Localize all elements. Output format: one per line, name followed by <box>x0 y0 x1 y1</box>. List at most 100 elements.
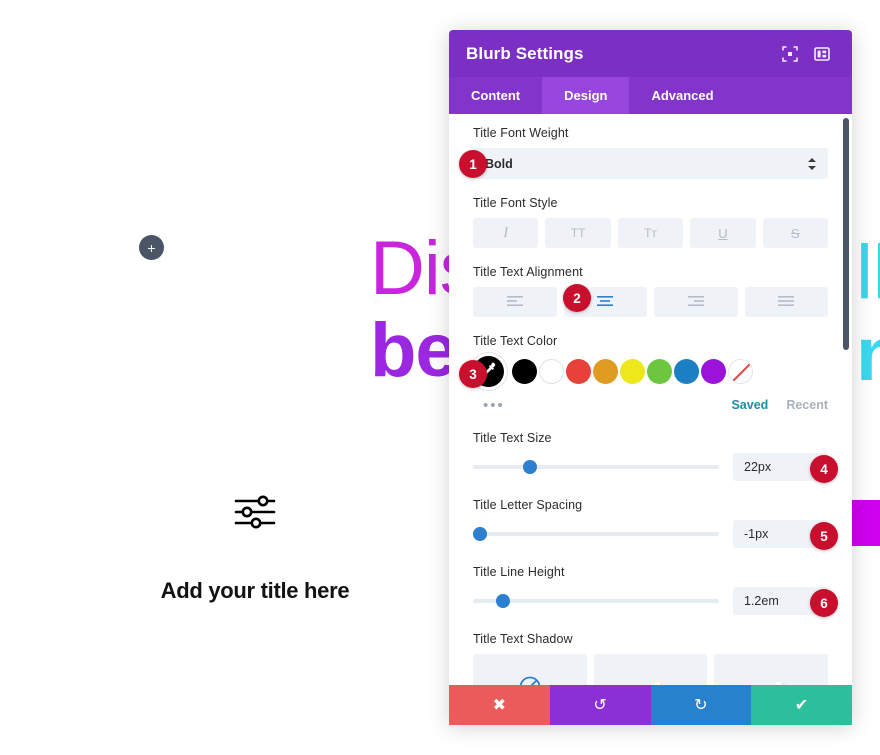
layout-panel-icon[interactable] <box>809 41 835 67</box>
swatch-yellow[interactable] <box>620 359 645 384</box>
field-title-letter-spacing: Title Letter Spacing -1px 5 <box>473 498 838 550</box>
swatch-green[interactable] <box>647 359 672 384</box>
color-swatch-row <box>473 356 828 387</box>
save-button[interactable]: ✔ <box>751 685 852 725</box>
field-title-text-color: Title Text Color ••• Saved Recent 3 <box>459 334 828 414</box>
blurb-module[interactable]: Add your title here <box>100 495 410 604</box>
align-left-icon <box>506 295 523 310</box>
badge-5: 5 <box>810 522 838 550</box>
alignment-button-row <box>473 287 828 317</box>
swatch-black[interactable] <box>512 359 537 384</box>
field-label: Title Font Weight <box>473 126 569 140</box>
focus-target-icon[interactable] <box>777 41 803 67</box>
swatch-none[interactable] <box>728 359 753 384</box>
field-label: Title Text Shadow <box>473 632 573 646</box>
add-module-button[interactable]: + <box>139 235 164 260</box>
badge-1: 1 <box>459 150 487 178</box>
redo-icon: ↻ <box>694 697 708 714</box>
swatch-orange[interactable] <box>593 359 618 384</box>
font-style-smallcaps-button[interactable]: Tᴛ <box>617 218 684 248</box>
panel-footer: ✖ ↺ ↻ ✔ <box>449 685 852 725</box>
blurb-title: Add your title here <box>160 578 350 603</box>
text-shadow-preset-2-button[interactable]: aA <box>714 654 829 685</box>
swatch-red[interactable] <box>566 359 591 384</box>
slider-track <box>473 465 719 469</box>
blurb-settings-panel: Blurb Settings Content Design Advanced T… <box>449 30 852 725</box>
tab-advanced[interactable]: Advanced <box>629 77 735 114</box>
field-title-text-shadow: Title Text Shadow aA a <box>473 632 829 685</box>
panel-header: Blurb Settings <box>449 30 852 77</box>
field-label: Title Line Height <box>473 565 565 579</box>
font-style-button-row: I TT Tᴛ U S <box>473 218 829 248</box>
align-right-icon <box>687 295 704 310</box>
align-left-button[interactable] <box>473 287 557 317</box>
field-label: Title Text Color <box>473 334 558 348</box>
font-style-uppercase-button[interactable]: TT <box>545 218 611 248</box>
more-colors-button[interactable]: ••• <box>483 398 505 413</box>
align-justify-icon <box>778 295 795 310</box>
tab-design[interactable]: Design <box>542 77 630 114</box>
badge-2: 2 <box>563 284 591 312</box>
field-title-line-height: Title Line Height 1.2em 6 <box>473 565 838 617</box>
font-style-italic-button[interactable]: I <box>473 218 539 248</box>
magenta-accent-block <box>851 500 880 546</box>
shadow-preview-1: aA <box>634 678 667 685</box>
saved-colors-tab[interactable]: Saved <box>731 398 768 412</box>
font-weight-value: Bold <box>485 156 513 171</box>
letter-spacing-slider[interactable] <box>473 525 719 543</box>
align-center-icon <box>597 295 614 310</box>
slider-thumb[interactable] <box>495 594 510 608</box>
color-subrow: ••• Saved Recent <box>473 396 828 414</box>
recent-colors-tab[interactable]: Recent <box>786 398 828 412</box>
letter-spacing-slider-row: -1px <box>473 520 828 548</box>
badge-3: 3 <box>459 360 487 388</box>
panel-scrollbar[interactable] <box>843 118 849 350</box>
field-label: Title Font Style <box>473 196 558 210</box>
text-shadow-none-button[interactable] <box>473 654 587 685</box>
font-style-strikethrough-button[interactable]: S <box>762 218 829 248</box>
cancel-button[interactable]: ✖ <box>449 685 550 725</box>
align-right-button[interactable] <box>654 287 738 317</box>
redo-button[interactable]: ↻ <box>650 685 752 725</box>
hero-right-line-1: ll <box>856 230 880 315</box>
shadow-preview-2: aA <box>755 678 788 685</box>
chevron-updown-icon <box>808 157 816 170</box>
text-size-slider[interactable] <box>473 458 719 476</box>
sliders-icon <box>100 495 410 534</box>
field-title-font-style: Title Font Style I TT Tᴛ U S <box>473 196 829 248</box>
no-shadow-icon <box>518 675 542 685</box>
swatch-white[interactable] <box>539 359 564 384</box>
hero-heading-right: ll nt <box>856 230 880 398</box>
undo-icon: ↺ <box>593 697 607 714</box>
slider-track <box>473 532 719 536</box>
align-justify-button[interactable] <box>744 287 828 317</box>
check-icon: ✔ <box>794 697 809 714</box>
slider-track <box>473 599 719 603</box>
field-label: Title Text Size <box>473 431 552 445</box>
panel-body: Title Font Weight Bold 1 Title Font Styl… <box>449 114 852 685</box>
line-height-slider[interactable] <box>473 592 719 610</box>
close-icon: ✖ <box>492 697 507 714</box>
badge-4: 4 <box>810 455 838 483</box>
text-shadow-preset-1-button[interactable]: aA <box>593 654 708 685</box>
text-size-slider-row: 22px <box>473 453 828 481</box>
field-title-font-weight: Title Font Weight Bold 1 <box>459 126 828 179</box>
font-style-underline-button[interactable]: U <box>690 218 756 248</box>
panel-title: Blurb Settings <box>466 43 584 63</box>
plus-icon: + <box>147 239 156 256</box>
slider-thumb[interactable] <box>473 527 488 541</box>
field-title-text-alignment: Title Text Alignment 2 <box>473 265 828 317</box>
badge-6: 6 <box>810 589 838 617</box>
swatch-blue[interactable] <box>674 359 699 384</box>
font-weight-select[interactable]: Bold <box>473 148 828 179</box>
field-label: Title Text Alignment <box>473 265 583 279</box>
slider-thumb[interactable] <box>522 460 537 474</box>
tab-content[interactable]: Content <box>449 77 542 114</box>
text-shadow-row: aA aA <box>473 654 829 685</box>
line-height-slider-row: 1.2em <box>473 587 828 615</box>
field-title-text-size: Title Text Size 22px 4 <box>473 431 838 483</box>
hero-right-line-2: nt <box>856 312 880 398</box>
undo-button[interactable]: ↺ <box>549 685 651 725</box>
swatch-purple[interactable] <box>701 359 726 384</box>
field-label: Title Letter Spacing <box>473 498 583 512</box>
